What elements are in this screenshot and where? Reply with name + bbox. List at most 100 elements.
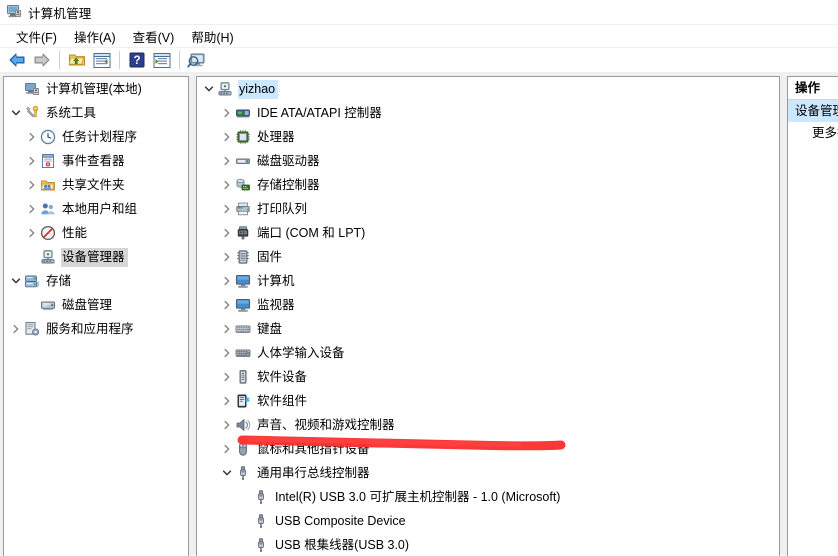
chevron-right-icon[interactable] [24,149,40,173]
tree-row[interactable]: 固件 [197,245,779,269]
chevron-right-icon[interactable] [219,389,235,413]
console-tree-pane[interactable]: 计算机管理(本地) 系统工具 任务计划程序 事件查看器共享文件夹本地用户和组 性能 设备管… [3,76,189,556]
chevron-right-icon[interactable] [219,125,235,149]
chevron-right-icon[interactable] [24,197,40,221]
firmware-icon [235,249,251,265]
tree-row[interactable]: Intel(R) USB 3.0 可扩展主机控制器 - 1.0 (Microso… [197,485,779,509]
tree-row[interactable]: 系统工具 [4,101,188,125]
tree-row[interactable]: 磁盘管理 [4,293,188,317]
event-viewer-icon [40,153,56,169]
chevron-right-icon[interactable] [219,341,235,365]
chevron-right-icon[interactable] [8,317,24,341]
tree-row-label: 共享文件夹 [62,177,125,192]
help-icon[interactable]: ? [125,49,149,71]
tree-row[interactable]: 人体学输入设备 [197,341,779,365]
actions-item-device-manager[interactable]: 设备管理器 [788,100,838,122]
tree-row[interactable]: 事件查看器 [4,149,188,173]
tree-row-label: 声音、视频和游戏控制器 [257,417,395,432]
tree-row[interactable]: 服务和应用程序 [4,317,188,341]
title-bar: 计算机管理 [0,0,838,24]
system-tools-icon [24,105,40,121]
tree-row[interactable]: 存储控制器 [197,173,779,197]
tree-row[interactable]: 设备管理器 [4,245,188,269]
chevron-right-icon[interactable] [219,413,235,437]
chevron-right-icon[interactable] [24,125,40,149]
software-component-icon [235,393,251,409]
tree-row-label: 存储 [46,273,72,288]
device-tree-pane[interactable]: yizhao IDE ATA/ATAPI 控制器处理器 磁盘驱动器 存储控制器 打印队列… [196,76,780,556]
chevron-down-icon[interactable] [8,269,24,293]
tree-row-label: 服务和应用程序 [46,321,134,336]
ide-controller-icon [235,105,251,121]
chevron-down-icon[interactable] [8,101,24,125]
tree-row[interactable]: 本地用户和组 [4,197,188,221]
tree-row-label: 磁盘管理 [62,297,113,312]
tree-row-label: 人体学输入设备 [257,345,345,360]
processor-icon [235,129,251,145]
tree-row-label: 键盘 [257,321,283,336]
tree-row[interactable]: 端口 (COM 和 LPT) [197,221,779,245]
tree-row-label: 监视器 [257,297,295,312]
tree-row[interactable]: USB Composite Device [197,509,779,533]
tree-row-label: IDE ATA/ATAPI 控制器 [257,105,382,120]
tree-row-label: 计算机 [257,273,295,288]
tree-row[interactable]: USB 根集线器(USB 3.0) [197,533,779,556]
chevron-right-icon[interactable] [219,149,235,173]
content-area: 计算机管理(本地) 系统工具 任务计划程序 事件查看器 共享文件夹 本地用户和组 性能 设备管… [0,72,838,556]
forward-arrow-icon[interactable] [30,49,54,71]
chevron-right-icon[interactable] [24,173,40,197]
tree-row[interactable]: 软件组件 [197,389,779,413]
tree-row[interactable]: 处理器 [197,125,779,149]
scan-hardware-icon[interactable] [185,49,209,71]
up-folder-icon[interactable] [65,49,89,71]
show-hide-console-tree-icon[interactable] [90,49,114,71]
chevron-right-icon[interactable] [219,221,235,245]
tree-row[interactable]: 声音、视频和游戏控制器 [197,413,779,437]
menu-view[interactable]: 查看(V) [125,25,184,48]
chevron-right-icon[interactable] [24,221,40,245]
tree-row[interactable]: 键盘 [197,317,779,341]
tree-row[interactable]: 磁盘驱动器 [197,149,779,173]
show-hide-action-pane-icon[interactable] [150,49,174,71]
tree-row[interactable]: yizhao [197,77,779,101]
chevron-right-icon[interactable] [219,293,235,317]
tree-row[interactable]: 通用串行总线控制器 [197,461,779,485]
tree-row[interactable]: 任务计划程序 [4,125,188,149]
tree-row[interactable]: 共享文件夹 [4,173,188,197]
computer-management-icon [6,3,22,22]
usb-device-icon [253,489,269,505]
tree-row[interactable]: 性能 [4,221,188,245]
chevron-down-icon[interactable] [201,77,217,101]
chevron-right-icon[interactable] [219,317,235,341]
tree-row[interactable]: 鼠标和其他指针设备 [197,437,779,461]
tree-row-label: 固件 [257,249,283,264]
back-arrow-icon[interactable] [5,49,29,71]
chevron-right-icon[interactable] [219,101,235,125]
chevron-right-icon[interactable] [219,365,235,389]
chevron-right-icon[interactable] [219,173,235,197]
chevron-down-icon[interactable] [219,461,235,485]
chevron-right-icon[interactable] [219,437,235,461]
actions-item-more-actions[interactable]: 更多操作 [788,122,838,144]
tree-row-label: 软件组件 [257,393,308,408]
tree-row-label: 软件设备 [257,369,308,384]
device-tree[interactable]: yizhao IDE ATA/ATAPI 控制器处理器 磁盘驱动器 存储控制器 打印队列… [197,77,779,556]
tree-row[interactable]: 存储 [4,269,188,293]
tree-row[interactable]: IDE ATA/ATAPI 控制器 [197,101,779,125]
menu-file[interactable]: 文件(F) [8,25,66,48]
tree-row[interactable]: 计算机 [197,269,779,293]
console-tree[interactable]: 计算机管理(本地) 系统工具 任务计划程序 事件查看器共享文件夹本地用户和组 性能 设备管… [4,77,188,341]
menu-action[interactable]: 操作(A) [66,25,125,48]
tree-row[interactable]: 打印队列 [197,197,779,221]
tree-row[interactable]: 计算机管理(本地) [4,77,188,101]
chevron-right-icon[interactable] [219,245,235,269]
menu-help[interactable]: 帮助(H) [183,25,242,48]
toolbar: ? [0,48,838,72]
toolbar-separator-2 [119,51,120,69]
chevron-right-icon[interactable] [219,197,235,221]
window-title: 计算机管理 [28,6,92,21]
tree-row[interactable]: 监视器 [197,293,779,317]
tree-row[interactable]: 软件设备 [197,365,779,389]
chevron-right-icon[interactable] [219,269,235,293]
